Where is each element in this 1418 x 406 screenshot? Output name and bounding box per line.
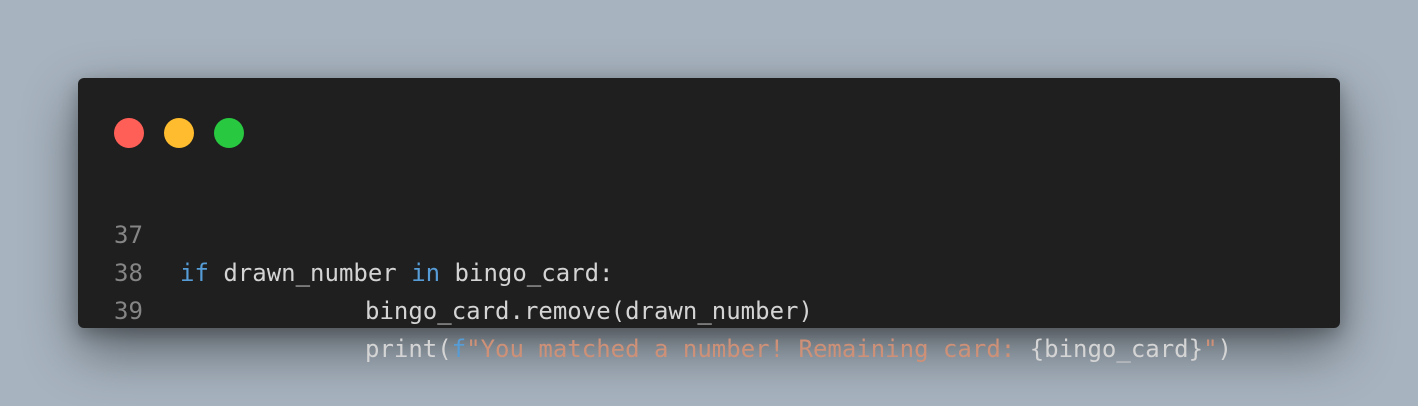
code-token: print( [365,335,452,363]
code-line-38: 38 bingo_card.remove(drawn_number) [78,216,1340,325]
interpolation-token: {bingo_card} [1029,335,1204,363]
close-dot-icon[interactable] [114,118,144,148]
code-line-39: 39 print(f"You matched a number! Remaini… [78,254,1340,363]
code-token: ) [1217,335,1232,363]
line-content: print(f"You matched a number! Remaining … [180,330,1232,368]
string-token: "You matched a number! Remaining card: [466,335,1030,363]
code-block: 37 if drawn_number in bingo_card: 38 bin… [78,178,1340,363]
line-number: 39 [114,297,143,325]
fstring-prefix-token: f [451,335,467,363]
code-line-37: 37 if drawn_number in bingo_card: [78,178,1340,287]
string-token: " [1203,335,1218,363]
minimize-dot-icon[interactable] [164,118,194,148]
code-window: 37 if drawn_number in bingo_card: 38 bin… [78,78,1340,363]
line-content: bingo_card.remove(drawn_number) [180,292,813,330]
code-token: bingo_card.remove(drawn_number) [365,297,813,325]
window-controls [114,118,244,148]
maximize-dot-icon[interactable] [214,118,244,148]
